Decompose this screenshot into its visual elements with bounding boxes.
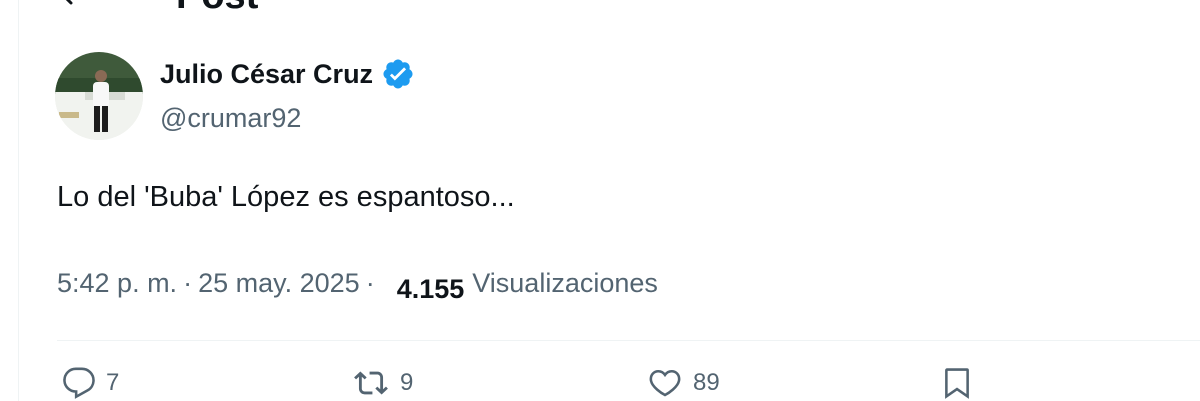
heart-icon [647, 366, 683, 400]
views-count[interactable]: 4.155 [397, 274, 465, 305]
repost-count: 9 [400, 369, 414, 396]
page-title: Post [176, 0, 258, 15]
author-handle[interactable]: @crumar92 [160, 101, 301, 135]
arrow-left-icon[interactable] [60, 0, 96, 8]
post-date[interactable]: 25 may. 2025 [198, 268, 360, 299]
repost-icon [352, 366, 390, 400]
column-border [18, 0, 19, 401]
reply-icon [62, 366, 96, 400]
verified-badge-icon[interactable] [381, 57, 415, 91]
bookmark-icon [940, 366, 974, 400]
like-count: 89 [693, 369, 720, 396]
views-label: Visualizaciones [472, 267, 658, 298]
author-name-text[interactable]: Julio César Cruz [160, 57, 373, 91]
avatar[interactable] [55, 52, 143, 140]
action-bar: 7 9 89 [62, 366, 1162, 401]
post-text: Lo del 'Buba' López es espantoso... [57, 181, 515, 213]
divider [57, 340, 1200, 341]
post-detail-view: Post Julio César Cruz @crumar92 Lo del '… [0, 0, 1200, 401]
author-name[interactable]: Julio César Cruz [160, 57, 415, 91]
bookmark-button[interactable] [940, 366, 974, 400]
reply-button[interactable]: 7 [62, 366, 119, 400]
repost-button[interactable]: 9 [352, 366, 413, 400]
meta-separator: · [365, 267, 375, 298]
post-time[interactable]: 5:42 p. m. [57, 268, 177, 299]
like-button[interactable]: 89 [647, 366, 720, 400]
page-header: Post [60, 0, 258, 15]
reply-count: 7 [106, 369, 120, 396]
post-meta: 5:42 p. m. · 25 may. 2025 · 4.155 Visual… [57, 263, 658, 305]
meta-separator: · [183, 267, 193, 298]
